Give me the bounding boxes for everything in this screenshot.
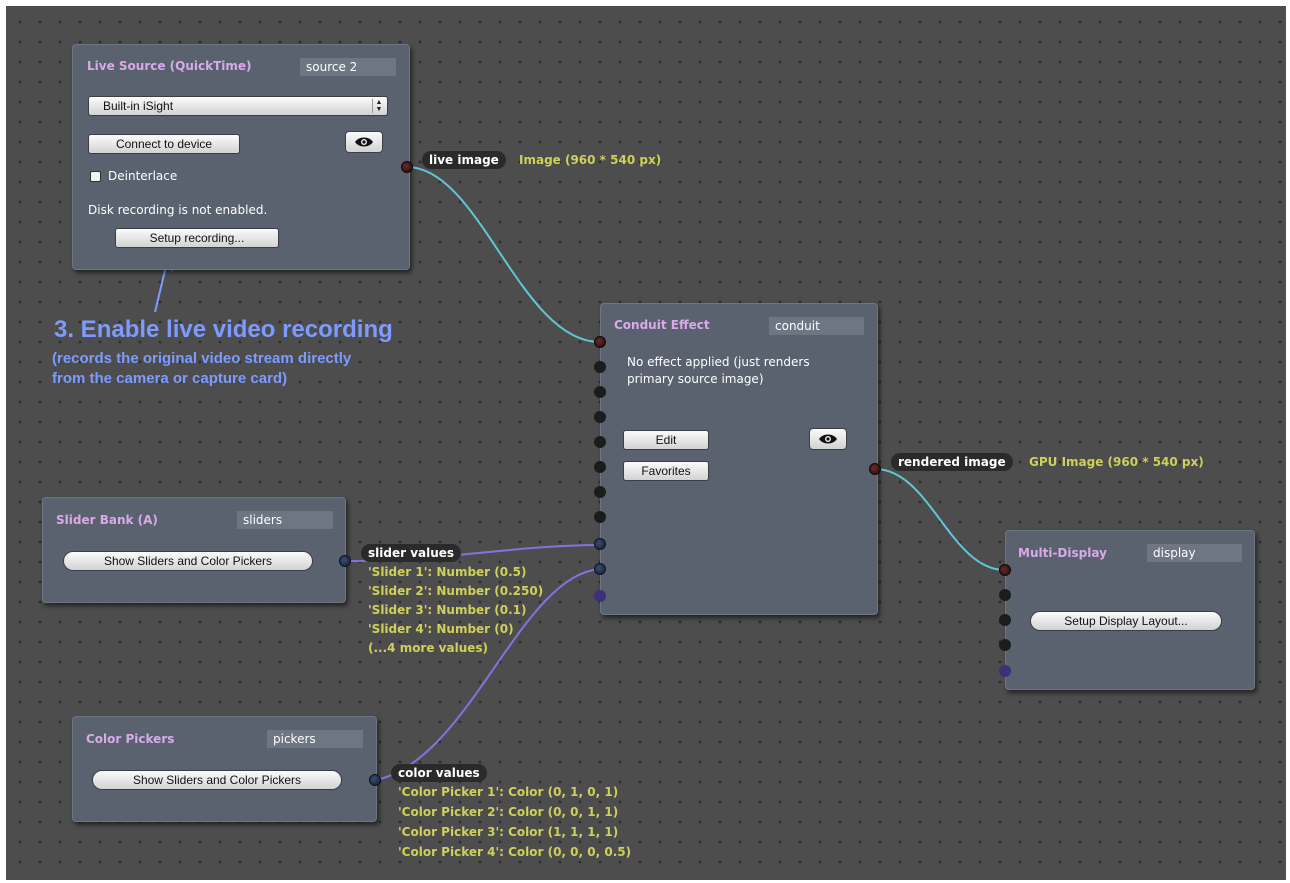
- live-source-id-field[interactable]: source 2: [300, 58, 396, 76]
- color-values-output-port[interactable]: [369, 774, 381, 786]
- favorites-button[interactable]: Favorites: [623, 461, 709, 481]
- live-source-node[interactable]: Live Source (QuickTime) source 2 Built-i…: [72, 44, 410, 270]
- conduit-preview-toggle[interactable]: [809, 428, 847, 450]
- live-image-info: Image (960 * 540 px): [519, 153, 662, 167]
- slider-more-values: (...4 more values): [368, 641, 489, 655]
- rendered-image-output-port[interactable]: [869, 463, 881, 475]
- multi-display-input-port-add[interactable]: [999, 665, 1011, 677]
- color-pickers-node[interactable]: Color Pickers pickers Show Sliders and C…: [72, 716, 377, 822]
- disk-recording-status: Disk recording is not enabled.: [88, 203, 268, 217]
- conduit-description-line-1: No effect applied (just renders: [627, 355, 810, 369]
- slider-values-output-port[interactable]: [339, 555, 351, 567]
- conduit-input-port-6[interactable]: [594, 461, 606, 473]
- annotation-title: 3. Enable live video recording: [54, 316, 393, 343]
- slider-bank-node[interactable]: Slider Bank (A) sliders Show Sliders and…: [42, 497, 346, 603]
- device-select-value: Built-in iSight: [103, 99, 174, 113]
- conduit-input-port-4[interactable]: [594, 411, 606, 423]
- color-pickers-id-field[interactable]: pickers: [267, 730, 363, 748]
- color-values-port-label: color values: [391, 764, 487, 782]
- conduit-input-port-add[interactable]: [594, 590, 606, 602]
- conduit-effect-node[interactable]: Conduit Effect conduit No effect applied…: [600, 303, 878, 615]
- conduit-description-line-2: primary source image): [627, 372, 764, 386]
- conduit-input-port-8[interactable]: [594, 511, 606, 523]
- rendered-image-port-label: rendered image: [891, 453, 1013, 471]
- slider-bank-title: Slider Bank (A): [56, 513, 158, 527]
- annotation-line-2: from the camera or capture card): [52, 370, 288, 387]
- live-source-preview-toggle[interactable]: [345, 131, 383, 153]
- live-source-title: Live Source (QuickTime): [87, 59, 252, 73]
- multi-display-node[interactable]: Multi-Display display Setup Display Layo…: [1005, 530, 1255, 690]
- conduit-input-port-3[interactable]: [594, 386, 606, 398]
- multi-display-input-port-4[interactable]: [999, 639, 1011, 651]
- slider-bank-id-field[interactable]: sliders: [237, 511, 333, 529]
- multi-display-input-port-2[interactable]: [999, 589, 1011, 601]
- color-values-list: 'Color Picker 1': Color (0, 1, 0, 1) 'Co…: [398, 782, 631, 862]
- deinterlace-label: Deinterlace: [108, 169, 178, 183]
- color-picker-value-2: 'Color Picker 2': Color (0, 0, 1, 1): [398, 805, 619, 819]
- color-picker-value-4: 'Color Picker 4': Color (0, 0, 0, 0.5): [398, 845, 632, 859]
- multi-display-input-port-3[interactable]: [999, 614, 1011, 626]
- slider-value-2: 'Slider 2': Number (0.250): [368, 584, 544, 598]
- multi-display-title: Multi-Display: [1018, 546, 1107, 560]
- device-select[interactable]: Built-in iSight ▲ ▼: [88, 96, 388, 116]
- conduit-input-port-2[interactable]: [594, 361, 606, 373]
- color-pickers-show-button[interactable]: Show Sliders and Color Pickers: [92, 770, 342, 790]
- live-image-output-port[interactable]: [401, 161, 413, 173]
- multi-display-input-port-1[interactable]: [999, 564, 1011, 576]
- slider-values-list: 'Slider 1': Number (0.5) 'Slider 2': Num…: [368, 563, 543, 658]
- connect-to-device-button[interactable]: Connect to device: [88, 134, 240, 154]
- deinterlace-checkbox[interactable]: [90, 171, 101, 182]
- conduit-input-port-9[interactable]: [594, 538, 606, 550]
- rendered-image-info: GPU Image (960 * 540 px): [1029, 455, 1204, 469]
- conduit-input-port-7[interactable]: [594, 486, 606, 498]
- color-pickers-title: Color Pickers: [86, 732, 175, 746]
- select-arrows-icon: ▲ ▼: [372, 99, 385, 113]
- setup-recording-button[interactable]: Setup recording...: [115, 228, 279, 248]
- annotation-line-1: (records the original video stream direc…: [52, 350, 352, 367]
- slider-value-4: 'Slider 4': Number (0): [368, 622, 514, 636]
- conduit-input-port-5[interactable]: [594, 436, 606, 448]
- slider-bank-show-button[interactable]: Show Sliders and Color Pickers: [63, 551, 313, 571]
- multi-display-id-field[interactable]: display: [1147, 544, 1242, 562]
- slider-values-port-label: slider values: [361, 544, 462, 562]
- color-picker-value-1: 'Color Picker 1': Color (0, 1, 0, 1): [398, 785, 619, 799]
- eye-icon: [355, 137, 373, 147]
- conduit-title: Conduit Effect: [614, 318, 710, 332]
- conduit-input-port-10[interactable]: [594, 563, 606, 575]
- color-picker-value-3: 'Color Picker 3': Color (1, 1, 1, 1): [398, 825, 619, 839]
- edit-button[interactable]: Edit: [623, 430, 709, 450]
- conduit-id-field[interactable]: conduit: [769, 317, 864, 335]
- live-image-port-label: live image: [422, 151, 506, 169]
- slider-value-1: 'Slider 1': Number (0.5): [368, 565, 527, 579]
- conduit-input-port-1[interactable]: [594, 336, 606, 348]
- eye-icon: [819, 434, 837, 444]
- slider-value-3: 'Slider 3': Number (0.1): [368, 603, 527, 617]
- setup-display-layout-button[interactable]: Setup Display Layout...: [1030, 611, 1222, 631]
